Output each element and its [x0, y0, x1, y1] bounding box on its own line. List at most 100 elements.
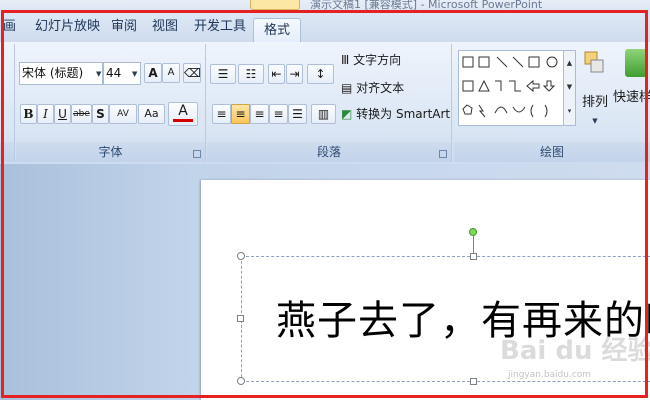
bullet-list-icon: ☰ — [217, 67, 229, 81]
watermark-logo: Bai du 经验 — [500, 336, 650, 366]
shapes-gallery[interactable]: ▲ ▼ ▾ — [458, 50, 576, 126]
tab-format[interactable]: 格式 — [253, 18, 302, 44]
group-label: 字体 — [98, 145, 123, 159]
italic-button[interactable]: I — [37, 104, 54, 124]
resize-handle-top[interactable] — [470, 253, 477, 260]
numbered-list-icon: ☷ — [245, 67, 257, 81]
font-color-icon: A — [178, 103, 188, 119]
group-footer-drawing: 绘图 — [454, 142, 650, 162]
columns-button[interactable]: ▥ — [311, 104, 336, 124]
watermark-url: jingyan.baidu.com — [508, 370, 592, 380]
align-left-button[interactable]: ≡ — [212, 104, 231, 124]
rotate-handle-stem — [473, 236, 474, 254]
char-spacing-button[interactable]: AV — [109, 104, 137, 124]
align-right-icon: ≡ — [254, 107, 265, 121]
quick-styles-label: 快速样 — [613, 90, 650, 105]
resize-handle-top-left[interactable] — [237, 252, 245, 260]
grow-font-button[interactable]: A — [144, 63, 162, 83]
font-color-swatch — [173, 119, 193, 122]
line-spacing-button[interactable]: ↕ — [307, 64, 334, 84]
underline-button[interactable]: U — [54, 104, 71, 124]
font-color-button[interactable]: A — [168, 102, 198, 126]
resize-handle-bottom-left[interactable] — [237, 377, 245, 385]
align-text-label: 对齐文本 — [356, 81, 405, 95]
grow-font-icon: A — [148, 66, 158, 80]
italic-icon: I — [43, 107, 48, 121]
align-text-button[interactable]: ▤ 对齐文本 — [340, 78, 415, 98]
font-name-select[interactable]: 宋体 (标题) — [19, 62, 103, 85]
align-text-icon: ▤ — [341, 81, 353, 95]
align-right-button[interactable]: ≡ — [250, 104, 269, 124]
smartart-icon: ◩ — [341, 107, 353, 121]
ribbon-group-font: 宋体 (标题) ▼ 44 ▼ A A ⌫ B I U abe S AV Aa A… — [16, 44, 206, 162]
smartart-label: 转换为 SmartArt — [356, 107, 451, 121]
outdent-icon: ⇤ — [271, 67, 282, 81]
clear-format-button[interactable]: ⌫ — [183, 63, 201, 83]
underline-icon: U — [58, 107, 67, 121]
chevron-down-icon: ▼ — [592, 117, 598, 125]
shrink-font-button[interactable]: A — [162, 63, 180, 83]
align-center-icon: ≡ — [235, 107, 246, 121]
tab-slide-show[interactable]: 幻灯片放映 — [35, 15, 100, 39]
columns-icon: ▥ — [317, 107, 330, 121]
text-direction-button[interactable]: Ⅲ 文字方向 — [340, 50, 415, 70]
gallery-scroll[interactable]: ▲ ▼ ▾ — [563, 51, 575, 125]
tab-view[interactable]: 视图 — [152, 15, 178, 39]
ribbon-tabs: 画 幻灯片放映 审阅 视图 开发工具 格式 — [0, 10, 650, 44]
context-tab-header — [250, 0, 300, 10]
increase-indent-button[interactable]: ⇥ — [286, 64, 303, 84]
ribbon-group-drawing: ▲ ▼ ▾ 排列 ▼ 快速样 绘图 — [454, 44, 650, 162]
align-left-icon: ≡ — [216, 107, 227, 121]
tab-developer[interactable]: 开发工具 — [194, 15, 246, 39]
title-bar: 演示文稿1 [兼容模式] - Microsoft PowerPoint — [0, 0, 650, 11]
char-spacing-icon: AV — [117, 109, 129, 119]
text-direction-label: 文字方向 — [353, 53, 402, 67]
bullets-button[interactable]: ☰ — [210, 64, 236, 84]
tab-animation[interactable]: 画 — [3, 15, 16, 39]
strikethrough-icon: abe — [73, 109, 90, 119]
shrink-font-icon: A — [167, 67, 175, 78]
chevron-down-icon: ▼ — [96, 70, 102, 78]
strikethrough-button[interactable]: abe — [71, 104, 92, 124]
distributed-icon: ☰ — [292, 107, 303, 121]
ribbon: 宋体 (标题) ▼ 44 ▼ A A ⌫ B I U abe S AV Aa A… — [0, 42, 650, 164]
ribbon-group-clipped — [0, 44, 15, 162]
arrange-label: 排列 — [581, 95, 608, 110]
resize-handle-left[interactable] — [237, 315, 244, 322]
chevron-down-icon: ▼ — [132, 70, 138, 78]
tab-review[interactable]: 审阅 — [111, 15, 137, 39]
group-footer-font: 字体 — [16, 142, 205, 162]
group-label: 绘图 — [539, 145, 564, 159]
group-label: 段落 — [316, 145, 341, 159]
justify-icon: ≡ — [273, 107, 284, 121]
font-name-value: 宋体 (标题) — [22, 66, 84, 80]
clear-format-icon: ⌫ — [184, 66, 201, 80]
powerpoint-window: 演示文稿1 [兼容模式] - Microsoft PowerPoint 画 幻灯… — [0, 0, 650, 400]
arrange-button[interactable]: 排列 ▼ — [580, 48, 610, 128]
arrange-icon — [584, 51, 604, 73]
bold-button[interactable]: B — [20, 104, 37, 124]
decrease-indent-button[interactable]: ⇤ — [268, 64, 285, 84]
rotate-handle[interactable] — [469, 228, 477, 236]
change-case-button[interactable]: Aa — [138, 104, 165, 124]
dialog-launcher-icon[interactable] — [193, 150, 201, 158]
text-direction-icon: Ⅲ — [341, 53, 350, 67]
line-spacing-icon: ↕ — [315, 67, 326, 81]
quick-styles-icon — [625, 49, 647, 77]
resize-handle-bottom[interactable] — [470, 378, 477, 385]
dialog-launcher-icon[interactable] — [439, 150, 447, 158]
indent-icon: ⇥ — [289, 67, 300, 81]
group-footer-paragraph: 段落 — [207, 142, 451, 162]
shadow-button[interactable]: S — [92, 104, 109, 124]
convert-smartart-button[interactable]: ◩ 转换为 SmartArt — [340, 104, 452, 124]
font-size-value: 44 — [106, 66, 122, 80]
numbering-button[interactable]: ☷ — [238, 64, 264, 84]
justify-button[interactable]: ≡ — [269, 104, 288, 124]
align-center-button[interactable]: ≡ — [231, 104, 250, 124]
bold-icon: B — [23, 107, 34, 121]
distributed-button[interactable]: ☰ — [288, 104, 307, 124]
group-footer — [0, 142, 14, 162]
shapes-gallery-icons — [462, 56, 558, 118]
quick-styles-button[interactable]: 快速样 — [612, 48, 650, 128]
change-case-icon: Aa — [144, 107, 159, 120]
